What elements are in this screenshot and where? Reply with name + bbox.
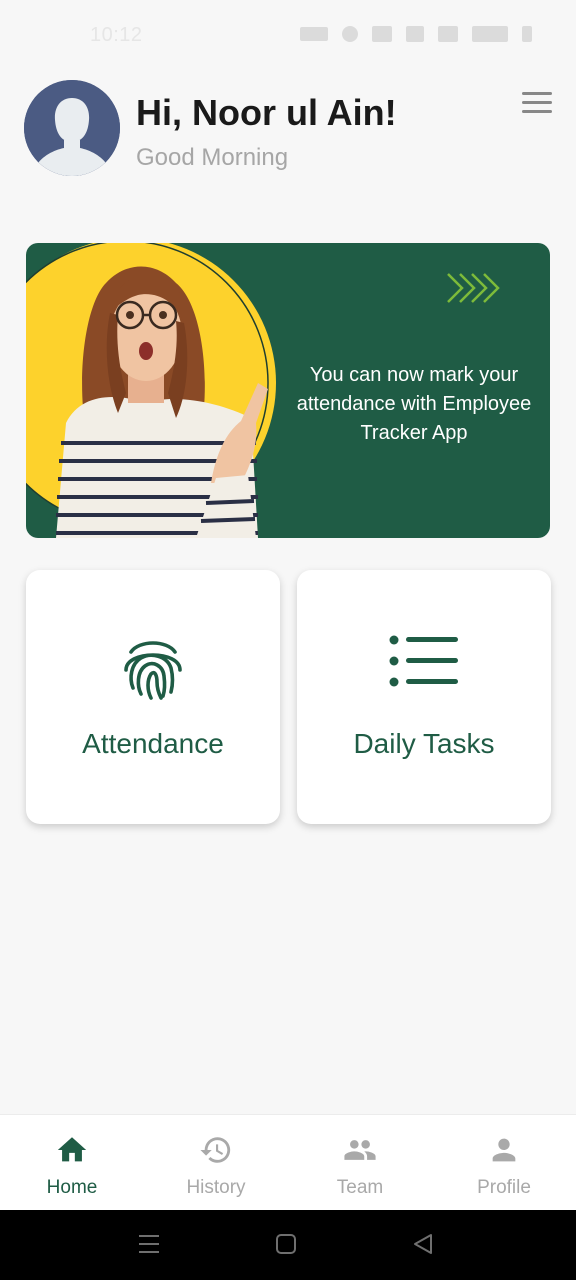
charging-icon <box>522 26 532 42</box>
signal-2-icon <box>438 26 458 42</box>
status-bar: 10:12 <box>0 0 576 72</box>
nav-profile-label: Profile <box>477 1177 531 1198</box>
status-icons <box>300 26 532 42</box>
greeting-subtitle: Good Morning <box>136 144 289 171</box>
nav-profile[interactable]: Profile <box>432 1115 576 1211</box>
nav-home[interactable]: Home <box>0 1115 144 1211</box>
app-screen: 10:12 Hi, Noor ul Ain! Good Morning You … <box>0 0 576 1280</box>
nav-team[interactable]: Team <box>288 1115 432 1211</box>
attendance-card-label: Attendance <box>82 728 224 759</box>
home-square-icon[interactable] <box>275 1233 297 1255</box>
hamburger-menu-icon[interactable] <box>522 92 552 114</box>
nav-team-label: Team <box>336 1177 384 1198</box>
daily-tasks-card-label: Daily Tasks <box>353 728 495 759</box>
history-icon <box>200 1137 231 1163</box>
signal-icon <box>406 26 424 42</box>
recents-icon[interactable] <box>138 1233 160 1255</box>
attendance-card[interactable]: Attendance <box>26 570 280 824</box>
user-silhouette-icon <box>24 80 120 176</box>
home-icon <box>57 1137 87 1162</box>
system-navigation-bar <box>0 1210 576 1280</box>
greeting-title: Hi, Noor ul Ain! <box>136 92 397 133</box>
team-icon <box>344 1140 376 1160</box>
nav-home-label: Home <box>46 1177 98 1198</box>
fingerprint-icon <box>124 641 182 700</box>
bottom-navigation: Home History Team Profile <box>0 1114 576 1210</box>
avatar[interactable] <box>24 80 120 176</box>
banner-text: You can now mark your attendance with Em… <box>296 364 532 444</box>
wifi-icon <box>372 26 392 42</box>
chevrons-icon <box>447 273 500 303</box>
vpn-icon <box>300 27 328 41</box>
nav-history-label: History <box>186 1177 246 1198</box>
status-time: 10:12 <box>90 24 143 46</box>
list-icon <box>389 635 458 687</box>
profile-icon <box>492 1138 516 1162</box>
battery-icon <box>472 26 508 42</box>
back-triangle-icon[interactable] <box>412 1233 434 1255</box>
alarm-icon <box>342 26 358 42</box>
promo-banner: You can now mark your attendance with Em… <box>26 243 550 538</box>
nav-history[interactable]: History <box>144 1115 288 1211</box>
daily-tasks-card[interactable]: Daily Tasks <box>297 570 551 824</box>
